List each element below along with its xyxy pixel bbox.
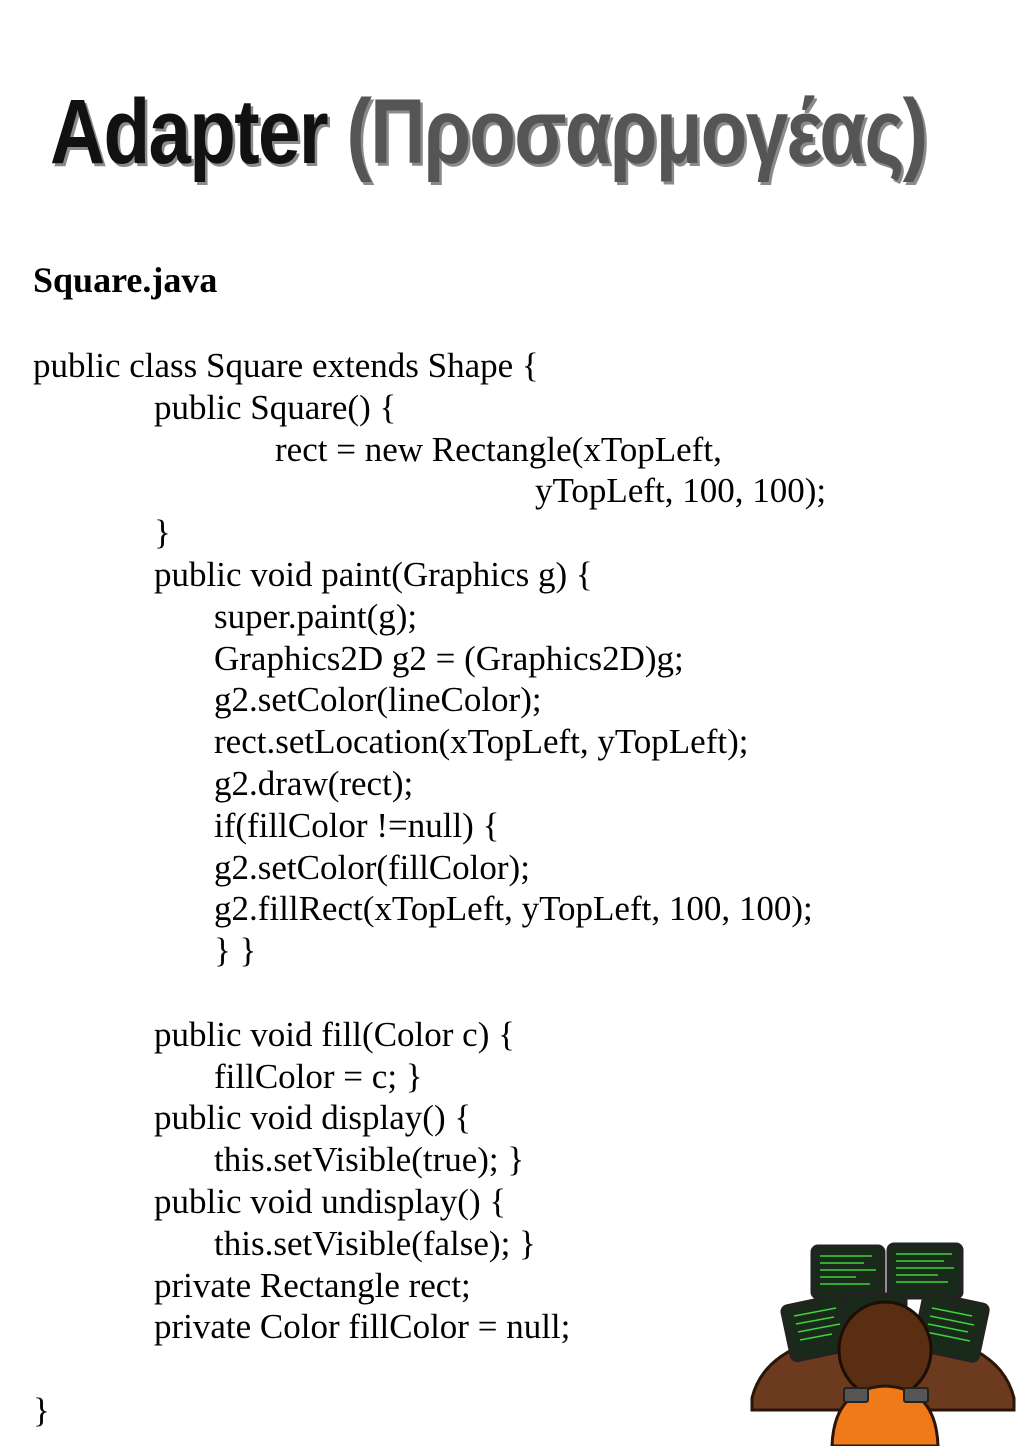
code-line: yTopLeft, 100, 100);	[535, 471, 827, 511]
code-line: g2.fillRect(xTopLeft, yTopLeft, 100, 100…	[214, 889, 813, 929]
code-line: public void display() {	[154, 1098, 472, 1138]
code-line: if(fillColor !=null) {	[214, 805, 500, 845]
code-line: Graphics2D g2 = (Graphics2D)g;	[214, 638, 684, 678]
code-line: private Color fillColor = null;	[154, 1307, 571, 1347]
code-line: public class Square extends Shape {	[33, 346, 539, 385]
code-blank-line	[33, 1348, 826, 1390]
code-line: rect.setLocation(xTopLeft, yTopLeft);	[214, 722, 749, 762]
code-line: this.setVisible(false); }	[214, 1223, 536, 1263]
code-line: private Rectangle rect;	[154, 1265, 471, 1305]
code-line: public void fill(Color c) {	[154, 1014, 515, 1054]
code-line: public Square() {	[154, 387, 397, 427]
title-main: Adapter	[50, 81, 329, 183]
programmer-at-monitors-icon	[748, 1238, 1018, 1448]
code-line: this.setVisible(true); }	[214, 1140, 525, 1180]
title-subtitle: (Προσαρμογέας)	[346, 81, 928, 183]
code-line: g2.draw(rect);	[214, 763, 414, 803]
code-line: g2.setColor(fillColor);	[214, 847, 530, 887]
code-line: super.paint(g);	[214, 596, 418, 636]
page-title: Adapter (Προσαρμογέας)	[50, 72, 928, 192]
file-name-heading: Square.java	[33, 260, 218, 300]
code-line: public void paint(Graphics g) {	[154, 554, 593, 594]
code-line: g2.setColor(lineColor);	[214, 680, 542, 720]
code-line: fillColor = c; }	[214, 1056, 423, 1096]
code-listing: public class Square extends Shape { publ…	[33, 345, 826, 1432]
code-line: }	[33, 1390, 50, 1430]
code-line: public void undisplay() {	[154, 1181, 507, 1221]
code-line: } }	[214, 931, 257, 971]
code-line: rect = new Rectangle(xTopLeft,	[275, 429, 722, 469]
code-blank-line	[33, 972, 826, 1014]
code-line: }	[154, 513, 171, 553]
